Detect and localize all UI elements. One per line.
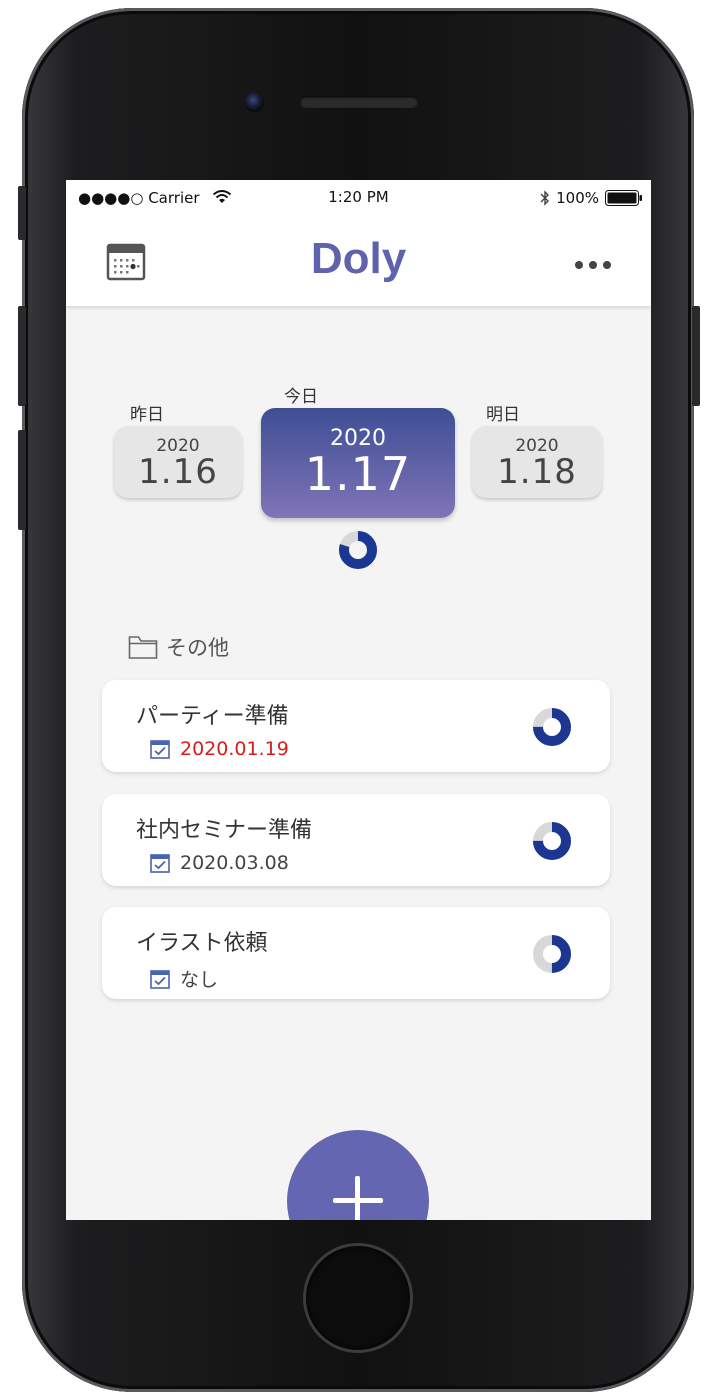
task-due-date: 2020.03.08: [180, 852, 289, 874]
plus-icon: [355, 1176, 360, 1220]
prev-day-date: 1.16: [138, 452, 218, 492]
today-label: 今日: [284, 387, 318, 407]
prev-day-card[interactable]: 2020 1.16: [114, 426, 242, 498]
next-day-date: 1.18: [497, 452, 577, 492]
checkbox-calendar-icon: [150, 854, 170, 873]
bluetooth-icon: [540, 190, 550, 206]
task-progress-donut: [533, 708, 571, 746]
battery-icon: [605, 190, 642, 206]
status-bar: ●●●●○ Carrier 1:20 PM 100%: [66, 180, 651, 216]
today-date: 1.17: [304, 447, 412, 501]
add-task-button[interactable]: [287, 1130, 429, 1220]
task-due-date: 2020.01.19: [180, 738, 289, 760]
more-dot-icon: [603, 261, 611, 269]
checkbox-calendar-icon: [150, 740, 170, 759]
more-dot-icon: [575, 261, 583, 269]
power-button: [692, 306, 700, 406]
today-card[interactable]: 2020 1.17: [261, 408, 455, 518]
earpiece-speaker: [300, 96, 418, 108]
task-progress-donut: [533, 935, 571, 973]
home-button[interactable]: [306, 1246, 410, 1350]
volume-up-button: [18, 306, 26, 406]
folder-icon: [128, 636, 158, 659]
task-name: 社内セミナー準備: [136, 818, 313, 843]
front-camera: [244, 92, 264, 112]
folder-name: その他: [166, 636, 229, 660]
task-name: イラスト依頼: [136, 931, 268, 956]
folder-header[interactable]: その他: [128, 632, 229, 662]
task-due: 2020.03.08: [150, 852, 289, 874]
battery-percent: 100%: [556, 189, 599, 207]
task-due-date: なし: [180, 969, 219, 991]
mute-switch: [18, 186, 26, 240]
more-dot-icon: [589, 261, 597, 269]
next-day-label: 明日: [486, 405, 520, 425]
task-card[interactable]: パーティー準備 2020.01.19: [102, 680, 610, 772]
prev-day-label: 昨日: [130, 405, 164, 425]
app-header: Doly: [66, 216, 651, 306]
app-title: Doly: [310, 234, 407, 283]
task-card[interactable]: 社内セミナー準備 2020.03.08: [102, 794, 610, 886]
today-progress-donut: [339, 531, 377, 569]
next-day-card[interactable]: 2020 1.18: [472, 426, 602, 498]
task-due: なし: [150, 965, 218, 992]
app-screen: ●●●●○ Carrier 1:20 PM 100% Doly 昨日 2020 …: [66, 180, 651, 1220]
task-due: 2020.01.19: [150, 738, 289, 760]
volume-down-button: [18, 430, 26, 530]
task-name: パーティー準備: [136, 704, 289, 729]
task-card[interactable]: イラスト依頼 なし: [102, 907, 610, 999]
battery-status: 100%: [540, 189, 643, 207]
checkbox-calendar-icon: [150, 969, 170, 989]
task-progress-donut: [533, 822, 571, 860]
more-options-button[interactable]: [575, 256, 617, 274]
